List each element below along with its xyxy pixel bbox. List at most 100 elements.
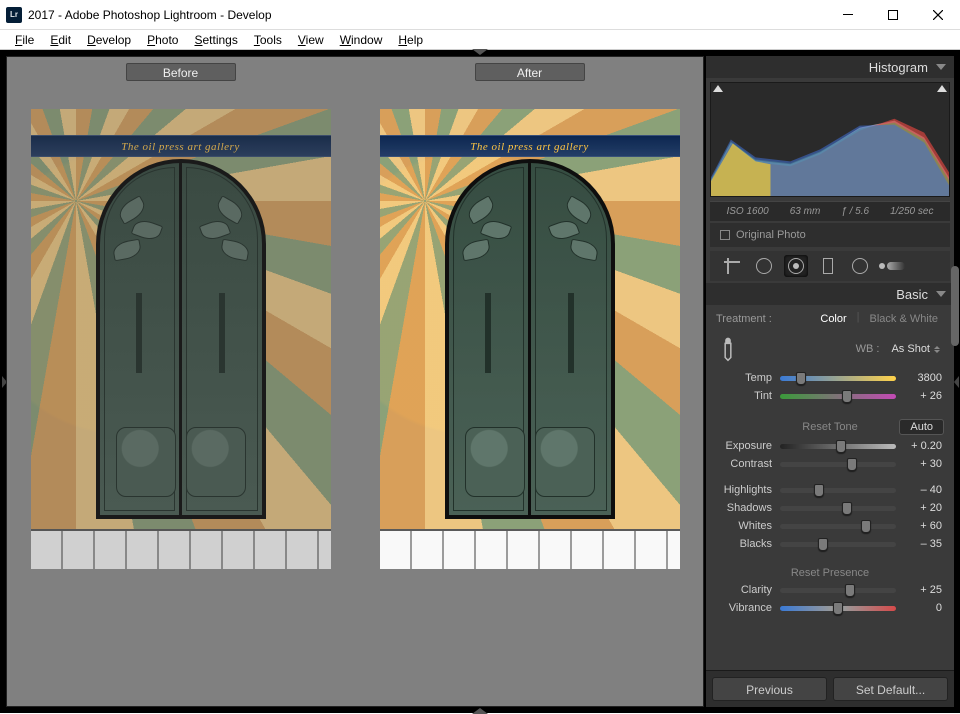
clarity-slider[interactable]: Clarity + 25 (710, 581, 950, 599)
chevron-down-icon (936, 291, 946, 297)
wb-preset-select[interactable]: As Shot (887, 343, 944, 355)
menu-settings[interactable]: Settings (187, 31, 244, 49)
graduated-filter-tool[interactable] (816, 255, 840, 277)
basic-title: Basic (896, 287, 928, 302)
menu-help[interactable]: Help (391, 31, 430, 49)
reset-presence-label[interactable]: Reset Presence (791, 567, 869, 579)
slider-value[interactable]: – 40 (900, 484, 944, 496)
slider-value[interactable]: + 20 (900, 502, 944, 514)
menubar: File Edit Develop Photo Settings Tools V… (0, 30, 960, 50)
after-photo[interactable]: The oil press art gallery (380, 109, 680, 569)
after-label: After (475, 63, 585, 81)
menu-file[interactable]: File (8, 31, 41, 49)
reset-tone-label[interactable]: Reset Tone (802, 421, 857, 433)
bottom-button-row: Previous Set Default... (706, 670, 954, 707)
preview-after-column: After The oil press art gallery (356, 57, 703, 706)
app-icon: Lr (6, 7, 22, 23)
collapse-top-panel-icon[interactable] (472, 49, 488, 55)
slider-label: Exposure (716, 440, 776, 452)
histogram-title: Histogram (869, 60, 928, 75)
previous-button[interactable]: Previous (712, 677, 827, 701)
slider-handle[interactable] (842, 502, 852, 515)
app-frame: Before The oil press art gallery (0, 50, 960, 713)
original-photo-toggle[interactable]: Original Photo (710, 223, 950, 247)
histogram-metadata: ISO 1600 63 mm ƒ / 5.6 1/250 sec (710, 201, 950, 221)
slider-value[interactable]: + 26 (900, 390, 944, 402)
menu-tools[interactable]: Tools (247, 31, 289, 49)
slider-handle[interactable] (796, 372, 806, 385)
slider-label: Shadows (716, 502, 776, 514)
slider-handle[interactable] (818, 538, 828, 551)
exposure-slider[interactable]: Exposure + 0.20 (710, 437, 950, 455)
histogram-chart[interactable] (710, 82, 950, 197)
updown-icon (934, 346, 940, 353)
panel-scrollbar[interactable] (951, 266, 959, 346)
window-minimize-button[interactable] (825, 0, 870, 29)
slider-value[interactable]: 3800 (900, 372, 944, 384)
slider-label: Clarity (716, 584, 776, 596)
menu-develop[interactable]: Develop (80, 31, 138, 49)
slider-value[interactable]: + 0.20 (900, 440, 944, 452)
tint-slider[interactable]: Tint + 26 (710, 387, 950, 405)
contrast-slider[interactable]: Contrast + 30 (710, 455, 950, 473)
adjustment-brush-tool[interactable] (880, 255, 904, 277)
before-photo[interactable]: The oil press art gallery (31, 109, 331, 569)
histogram-panel-header[interactable]: Histogram (706, 56, 954, 78)
redeye-tool[interactable] (784, 255, 808, 277)
set-default-button[interactable]: Set Default... (833, 677, 948, 701)
meta-focal: 63 mm (790, 206, 821, 217)
preview-before-column: Before The oil press art gallery (7, 57, 354, 706)
basic-panel-body: Treatment : Color | Black & White WB : A… (706, 305, 954, 670)
slider-handle[interactable] (847, 458, 857, 471)
treatment-label: Treatment : (716, 313, 772, 325)
slider-label: Highlights (716, 484, 776, 496)
white-balance-row: WB : As Shot (710, 333, 950, 369)
wb-preset-value: As Shot (891, 343, 930, 355)
slider-value[interactable]: + 30 (900, 458, 944, 470)
vibrance-slider[interactable]: Vibrance 0 (710, 599, 950, 617)
radial-filter-tool[interactable] (848, 255, 872, 277)
window-title: 2017 - Adobe Photoshop Lightroom - Devel… (28, 8, 825, 22)
tool-strip (710, 251, 950, 281)
slider-label: Temp (716, 372, 776, 384)
window-titlebar: Lr 2017 - Adobe Photoshop Lightroom - De… (0, 0, 960, 30)
menu-edit[interactable]: Edit (43, 31, 78, 49)
chevron-down-icon (936, 64, 946, 70)
slider-handle[interactable] (845, 584, 855, 597)
slider-handle[interactable] (833, 602, 843, 615)
slider-value[interactable]: + 25 (900, 584, 944, 596)
checkbox-icon (720, 230, 730, 240)
shadows-slider[interactable]: Shadows + 20 (710, 499, 950, 517)
tone-section-header: Reset Tone Auto (710, 413, 950, 437)
eyedropper-icon[interactable] (711, 332, 745, 366)
presence-section-header: Reset Presence (710, 561, 950, 581)
slider-value[interactable]: + 60 (900, 520, 944, 532)
meta-aperture: ƒ / 5.6 (841, 206, 869, 217)
treatment-color-option[interactable]: Color (814, 311, 852, 327)
temp-slider[interactable]: Temp 3800 (710, 369, 950, 387)
slider-handle[interactable] (814, 484, 824, 497)
treatment-bw-option[interactable]: Black & White (864, 311, 944, 327)
collapse-bottom-panel-icon[interactable] (472, 708, 488, 714)
spot-removal-tool[interactable] (752, 255, 776, 277)
slider-handle[interactable] (861, 520, 871, 533)
window-close-button[interactable] (915, 0, 960, 29)
slider-label: Whites (716, 520, 776, 532)
menu-photo[interactable]: Photo (140, 31, 185, 49)
meta-iso: ISO 1600 (726, 206, 768, 217)
wb-label: WB : (748, 343, 879, 355)
basic-panel-header[interactable]: Basic (706, 283, 954, 305)
slider-handle[interactable] (842, 390, 852, 403)
slider-label: Vibrance (716, 602, 776, 614)
auto-tone-button[interactable]: Auto (899, 419, 944, 435)
menu-view[interactable]: View (291, 31, 331, 49)
whites-slider[interactable]: Whites + 60 (710, 517, 950, 535)
crop-tool[interactable] (720, 255, 744, 277)
menu-window[interactable]: Window (333, 31, 390, 49)
slider-value[interactable]: 0 (900, 602, 944, 614)
highlights-slider[interactable]: Highlights – 40 (710, 481, 950, 499)
slider-handle[interactable] (836, 440, 846, 453)
slider-value[interactable]: – 35 (900, 538, 944, 550)
window-maximize-button[interactable] (870, 0, 915, 29)
blacks-slider[interactable]: Blacks – 35 (710, 535, 950, 553)
